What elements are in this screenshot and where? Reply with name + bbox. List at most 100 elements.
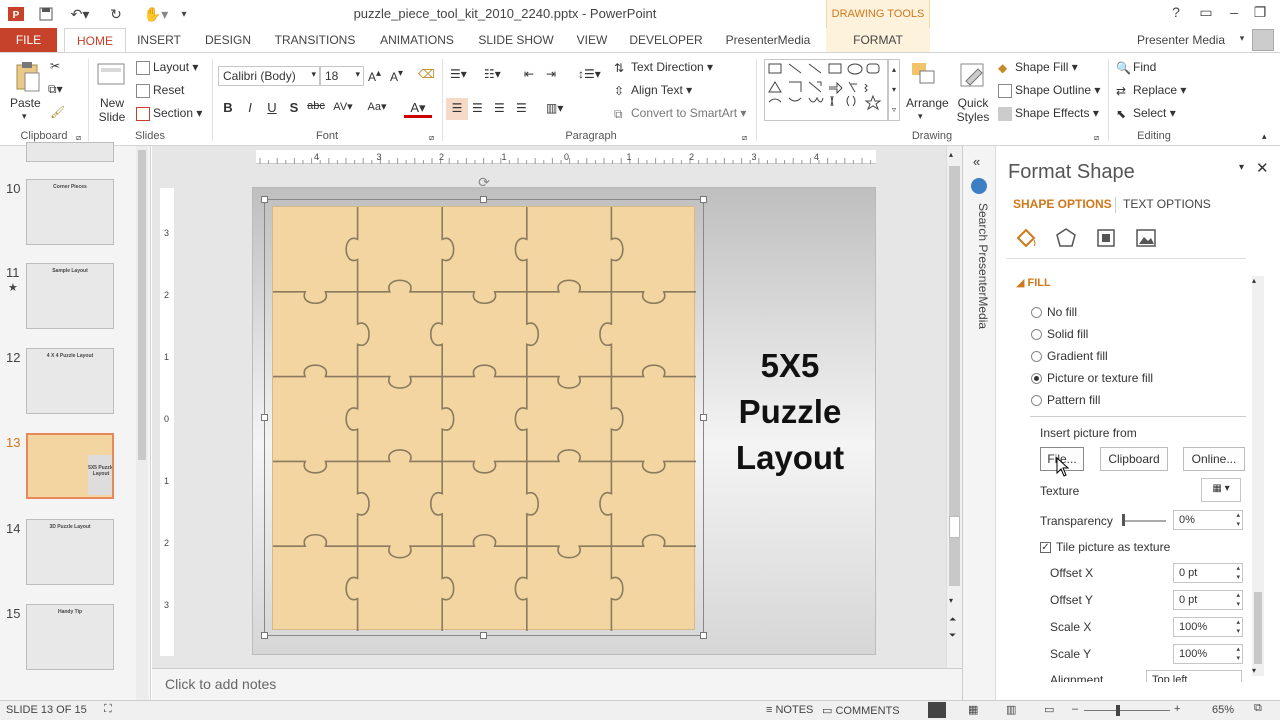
text-direction-button[interactable]: ⇅ Text Direction ▾ bbox=[614, 60, 713, 75]
slide-counter[interactable]: SLIDE 13 OF 15 bbox=[6, 704, 87, 716]
resize-handle-se[interactable] bbox=[700, 632, 707, 639]
pane-options-icon[interactable]: ▾ bbox=[1239, 162, 1244, 173]
quick-styles-icon[interactable] bbox=[958, 61, 988, 91]
change-case-icon[interactable]: Aa▾ bbox=[362, 100, 392, 120]
resize-handle-w[interactable] bbox=[261, 414, 268, 421]
restore-icon[interactable]: ❐ bbox=[1246, 4, 1274, 24]
underline-icon[interactable]: U bbox=[262, 100, 282, 120]
font-name-combo[interactable]: Calibri (Body) ▾ bbox=[218, 66, 320, 86]
offset-y-input[interactable]: 0 pt ▴ ▾ bbox=[1173, 590, 1243, 610]
tab-design[interactable]: DESIGN bbox=[200, 28, 256, 52]
texture-picker[interactable]: ▦ ▾ bbox=[1201, 478, 1241, 502]
strikethrough-icon[interactable]: abc bbox=[306, 100, 326, 120]
bullets-icon[interactable]: ☰▾ bbox=[450, 67, 467, 81]
slide-thumbnail[interactable]: 3D Puzzle Layout bbox=[26, 519, 114, 585]
transparency-slider-thumb[interactable] bbox=[1122, 514, 1125, 526]
transparency-slider[interactable] bbox=[1122, 520, 1166, 522]
thumbnail-scroll-thumb[interactable] bbox=[138, 150, 146, 460]
tab-insert[interactable]: INSERT bbox=[134, 28, 184, 52]
zoom-slider[interactable] bbox=[1084, 710, 1170, 711]
scale-y-input[interactable]: 100% ▴ ▾ bbox=[1173, 644, 1243, 664]
fill-section-header[interactable]: ◢ FILL bbox=[1016, 276, 1051, 289]
spell-check-icon[interactable]: ⛶ bbox=[104, 703, 112, 716]
zoom-level[interactable]: 65% bbox=[1212, 704, 1234, 716]
font-color-icon[interactable]: A▾ bbox=[404, 100, 432, 118]
new-slide-button[interactable]: New Slide bbox=[96, 96, 128, 124]
new-slide-icon[interactable] bbox=[96, 61, 126, 91]
online-button[interactable]: Online... bbox=[1183, 447, 1245, 471]
increase-indent-icon[interactable]: ⇥ bbox=[546, 67, 556, 81]
slide-sorter-icon[interactable]: ▦ bbox=[968, 703, 978, 716]
size-properties-icon[interactable] bbox=[1094, 226, 1118, 250]
zoom-in-icon[interactable]: + bbox=[1174, 703, 1180, 715]
paste-icon[interactable] bbox=[12, 61, 42, 92]
resize-handle-n[interactable] bbox=[480, 196, 487, 203]
slide-thumbnail-partial[interactable] bbox=[26, 142, 114, 162]
resize-handle-e[interactable] bbox=[700, 414, 707, 421]
user-account[interactable]: Presenter Media bbox=[1128, 28, 1234, 52]
previous-slide-icon[interactable]: ⏶ bbox=[949, 614, 956, 625]
addin-label[interactable]: Search PresenterMedia bbox=[976, 203, 990, 329]
clipboard-button[interactable]: Clipboard bbox=[1100, 447, 1168, 471]
tab-view[interactable]: VIEW bbox=[572, 28, 612, 52]
radio-solid-fill[interactable]: Solid fill bbox=[1031, 327, 1088, 341]
tab-shape-options[interactable]: SHAPE OPTIONS bbox=[1013, 197, 1112, 211]
shape-outline-button[interactable]: Shape Outline ▾ bbox=[998, 83, 1100, 98]
bold-icon[interactable]: B bbox=[218, 100, 238, 120]
align-left-icon[interactable]: ☰ bbox=[446, 98, 468, 120]
effects-icon[interactable] bbox=[1054, 226, 1078, 250]
section-button[interactable]: Section ▾ bbox=[136, 106, 202, 121]
pane-scroll-thumb[interactable] bbox=[1254, 592, 1262, 664]
radio-picture-texture-fill[interactable]: Picture or texture fill bbox=[1031, 371, 1153, 385]
font-size-combo[interactable]: 18 ▾ bbox=[320, 66, 364, 86]
decrease-indent-icon[interactable]: ⇤ bbox=[524, 67, 534, 81]
close-pane-icon[interactable]: ✕ bbox=[1256, 159, 1269, 177]
align-right-icon[interactable]: ☰ bbox=[494, 101, 505, 115]
minimize-icon[interactable]: – bbox=[1220, 4, 1248, 24]
arrange-dropdown-icon[interactable]: ▾ bbox=[918, 111, 923, 122]
spinner-arrows-icon[interactable]: ▴ ▾ bbox=[1236, 511, 1240, 529]
clear-formatting-icon[interactable]: ⌫ bbox=[418, 67, 435, 81]
next-slide-icon[interactable]: ⏷ bbox=[949, 630, 956, 641]
shape-fill-button[interactable]: ◆ Shape Fill ▾ bbox=[998, 60, 1078, 75]
resize-handle-s[interactable] bbox=[480, 632, 487, 639]
tab-presentermedia[interactable]: PresenterMedia bbox=[720, 28, 816, 52]
tab-slideshow[interactable]: SLIDE SHOW bbox=[476, 28, 556, 52]
justify-icon[interactable]: ☰ bbox=[516, 101, 527, 115]
align-text-button[interactable]: ⇳ Align Text ▾ bbox=[614, 83, 692, 98]
columns-icon[interactable]: ▥▾ bbox=[546, 101, 563, 115]
cut-icon[interactable]: ✂ bbox=[50, 59, 60, 73]
tab-animations[interactable]: ANIMATIONS bbox=[374, 28, 460, 52]
scroll-down-icon[interactable]: ▾ bbox=[949, 596, 953, 605]
scale-x-input[interactable]: 100% ▴ ▾ bbox=[1173, 617, 1243, 637]
notes-pane[interactable]: Click to add notes bbox=[152, 668, 962, 700]
comments-button[interactable]: ▭ COMMENTS bbox=[822, 704, 900, 717]
avatar[interactable] bbox=[1252, 29, 1274, 51]
resize-handle-ne[interactable] bbox=[700, 196, 707, 203]
resize-handle-nw[interactable] bbox=[261, 196, 268, 203]
tab-home[interactable]: HOME bbox=[64, 28, 126, 53]
slide-thumbnail[interactable]: Corner Pieces bbox=[26, 179, 114, 245]
slide-thumbnail[interactable]: 5X5 Puzzle Layout bbox=[26, 433, 114, 499]
radio-gradient-fill[interactable]: Gradient fill bbox=[1031, 349, 1108, 363]
shapes-gallery[interactable] bbox=[764, 59, 888, 121]
replace-button[interactable]: ⇄ Replace ▾ bbox=[1116, 83, 1186, 98]
slide-thumbnail[interactable]: Handy Tip bbox=[26, 604, 114, 670]
pane-scrollbar[interactable]: ▴ ▾ bbox=[1252, 276, 1264, 676]
spinner-arrows-icon[interactable]: ▴ ▾ bbox=[1236, 591, 1240, 609]
spinner-arrows-icon[interactable]: ▴ ▾ bbox=[1236, 564, 1240, 582]
paste-dropdown-icon[interactable]: ▾ bbox=[22, 111, 27, 122]
reset-button[interactable]: Reset bbox=[136, 83, 184, 98]
slide-vertical-scrollbar[interactable]: ▴ ▾ ⏶ ⏷ bbox=[946, 146, 962, 668]
shape-effects-button[interactable]: Shape Effects ▾ bbox=[998, 106, 1099, 121]
layout-button[interactable]: Layout ▾ bbox=[136, 60, 198, 75]
notes-button[interactable]: ≡ NOTES bbox=[766, 704, 813, 716]
tab-developer[interactable]: DEVELOPER bbox=[628, 28, 704, 52]
grow-font-icon[interactable]: A▴ bbox=[368, 68, 381, 84]
find-button[interactable]: 🔍 Find bbox=[1116, 60, 1156, 75]
spinner-arrows-icon[interactable]: ▴ ▾ bbox=[1236, 645, 1240, 663]
pane-scroll-down-icon[interactable]: ▾ bbox=[1252, 666, 1256, 675]
radio-pattern-fill[interactable]: Pattern fill bbox=[1031, 393, 1100, 407]
expand-addin-icon[interactable]: « bbox=[973, 154, 980, 169]
normal-view-icon[interactable] bbox=[928, 702, 946, 718]
